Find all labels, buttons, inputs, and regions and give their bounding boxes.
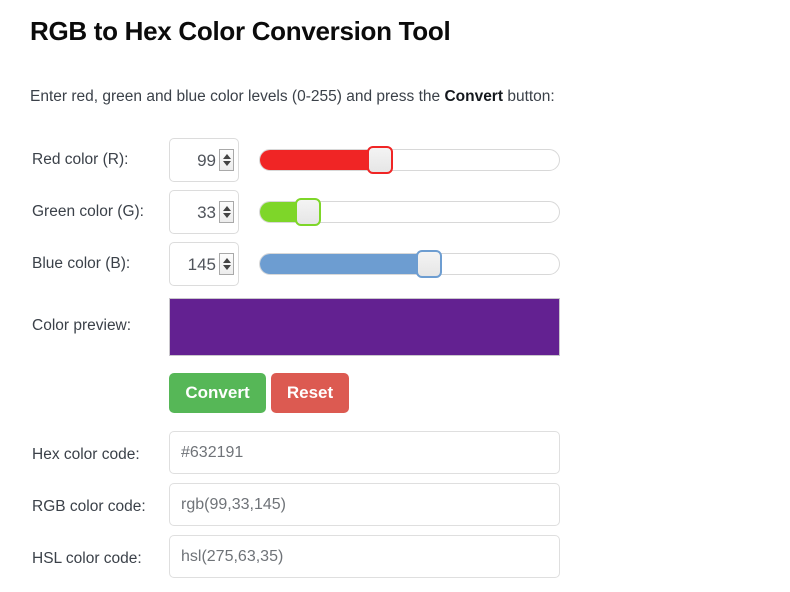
rgb-color-code-label: RGB color code:: [32, 498, 146, 515]
intro-text-after: button:: [503, 88, 555, 105]
blue-color-label: Blue color (B):: [32, 255, 131, 272]
hsl-color-code-input[interactable]: hsl(275,63,35): [169, 535, 560, 578]
rgb-color-code-value: rgb(99,33,145): [181, 495, 286, 513]
red-spinner[interactable]: [219, 149, 234, 171]
green-number-value: 33: [197, 202, 216, 222]
spinner-up-icon[interactable]: [222, 258, 231, 263]
blue-slider-handle[interactable]: [416, 250, 443, 278]
blue-number-value: 145: [187, 254, 216, 274]
hex-color-code-input[interactable]: #632191: [169, 431, 560, 474]
convert-button[interactable]: Convert: [169, 373, 266, 413]
hex-color-code-value: #632191: [181, 443, 244, 461]
page-title: RGB to Hex Color Conversion Tool: [30, 16, 451, 46]
color-preview-swatch: [169, 298, 560, 356]
hsl-color-code-value: hsl(275,63,35): [181, 547, 284, 565]
green-spinner[interactable]: [219, 201, 234, 223]
intro-text-emphasis: Convert: [444, 88, 504, 105]
red-number-input[interactable]: 99: [169, 138, 239, 182]
red-slider-handle[interactable]: [366, 146, 393, 174]
spinner-down-icon[interactable]: [222, 161, 231, 166]
hex-color-code-label: Hex color code:: [32, 446, 140, 463]
hsl-color-code-label: HSL color code:: [32, 550, 142, 567]
red-number-value: 99: [197, 150, 216, 170]
blue-slider[interactable]: [259, 250, 560, 278]
spinner-down-icon[interactable]: [222, 265, 231, 270]
green-number-input[interactable]: 33: [169, 190, 239, 234]
intro-text: Enter red, green and blue color levels (…: [30, 88, 555, 106]
blue-number-input[interactable]: 145: [169, 242, 239, 286]
red-slider-fill: [260, 150, 380, 170]
red-color-label: Red color (R):: [32, 151, 129, 168]
rgb-to-hex-tool-page: RGB to Hex Color Conversion Tool Enter r…: [0, 0, 790, 592]
blue-spinner[interactable]: [219, 253, 234, 275]
blue-slider-fill: [260, 254, 430, 274]
green-color-label: Green color (G):: [32, 203, 144, 220]
intro-text-before: Enter red, green and blue color levels (…: [30, 88, 445, 105]
reset-button[interactable]: Reset: [271, 373, 349, 413]
spinner-down-icon[interactable]: [222, 213, 231, 218]
red-slider[interactable]: [259, 146, 560, 174]
rgb-color-code-input[interactable]: rgb(99,33,145): [169, 483, 560, 526]
green-slider-handle[interactable]: [295, 198, 322, 226]
spinner-up-icon[interactable]: [222, 206, 231, 211]
spinner-up-icon[interactable]: [222, 154, 231, 159]
green-slider[interactable]: [259, 198, 560, 226]
color-preview-label: Color preview:: [32, 317, 132, 334]
